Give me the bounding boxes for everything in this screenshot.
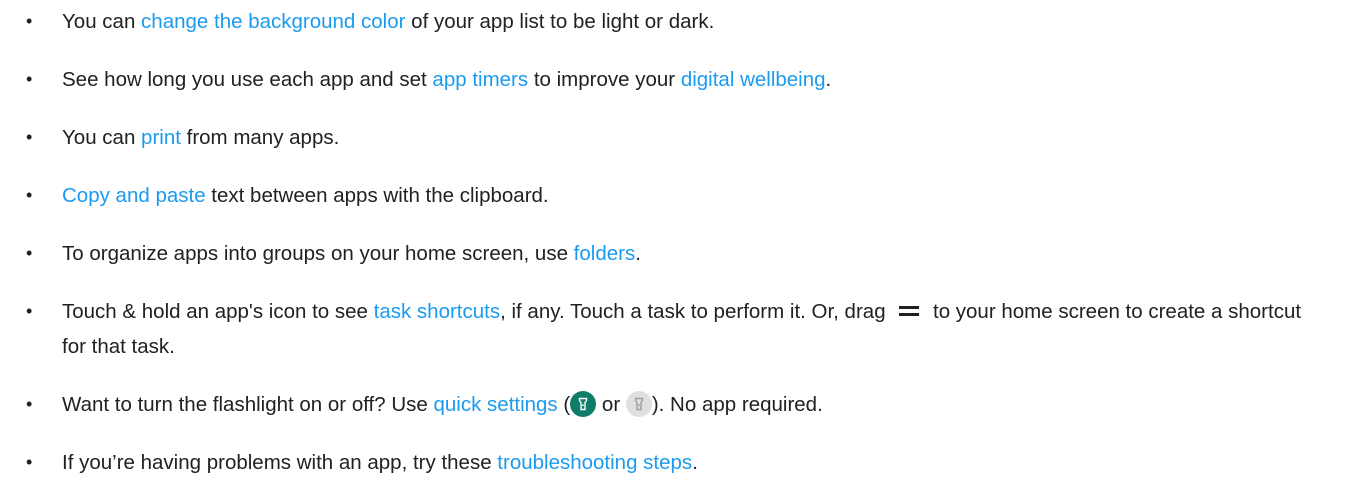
- troubleshooting-steps-link[interactable]: troubleshooting steps: [497, 451, 692, 474]
- list-item: • To organize apps into groups on your h…: [0, 236, 1357, 271]
- bullet: •: [26, 127, 33, 147]
- tip-text: text between apps with the clipboard.: [205, 184, 549, 207]
- task-shortcuts-link[interactable]: task shortcuts: [374, 300, 500, 323]
- tip-text: of your app list to be light or dark.: [405, 10, 715, 33]
- tip-text: Touch & hold an app's icon to see: [62, 300, 374, 323]
- tip-text: .: [825, 68, 832, 91]
- tip-text: If you’re having problems with an app, t…: [62, 451, 498, 474]
- bullet: •: [26, 301, 33, 321]
- tip-text: from many apps.: [180, 126, 340, 149]
- change-background-color-link[interactable]: change the background color: [141, 10, 405, 33]
- tip-text: You can: [62, 10, 142, 33]
- bullet: •: [26, 452, 33, 472]
- bullet: •: [26, 11, 33, 31]
- flashlight-off-icon: [625, 390, 652, 417]
- list-item: • If you’re having problems with an app,…: [0, 445, 1357, 480]
- bullet: •: [26, 185, 33, 205]
- quick-settings-link[interactable]: quick settings: [433, 393, 557, 416]
- tip-text: See how long you use each app and set: [62, 68, 433, 91]
- list-item: • You can print from many apps.: [0, 120, 1357, 155]
- copy-and-paste-link[interactable]: Copy and paste: [62, 184, 206, 207]
- list-item: • Touch & hold an app's icon to see task…: [0, 294, 1357, 364]
- tip-text: (: [557, 393, 571, 416]
- tip-text: To organize apps into groups on your hom…: [62, 242, 574, 265]
- bullet: •: [26, 394, 33, 414]
- tip-text: You can: [62, 126, 142, 149]
- app-timers-link[interactable]: app timers: [432, 68, 528, 91]
- print-link[interactable]: print: [141, 126, 181, 149]
- bullet: •: [26, 243, 33, 263]
- list-item: • You can change the background color of…: [0, 4, 1357, 39]
- drag-handle-icon: [897, 305, 921, 316]
- tip-text: ). No app required.: [651, 393, 823, 416]
- digital-wellbeing-link[interactable]: digital wellbeing: [681, 68, 826, 91]
- flashlight-on-icon: [570, 390, 597, 417]
- tip-text: , if any. Touch a task to perform it. Or…: [500, 300, 892, 323]
- bullet: •: [26, 69, 33, 89]
- tip-text: Want to turn the flashlight on or off? U…: [62, 393, 434, 416]
- tip-text: .: [635, 242, 641, 265]
- list-item: • See how long you use each app and set …: [0, 62, 1357, 97]
- folders-link[interactable]: folders: [574, 242, 636, 265]
- tip-text: or: [596, 393, 626, 416]
- list-item: • Want to turn the flashlight on or off?…: [0, 387, 1357, 422]
- tip-text: .: [692, 451, 698, 474]
- tip-text: to improve your: [528, 68, 681, 91]
- list-item: • Copy and paste text between apps with …: [0, 178, 1357, 213]
